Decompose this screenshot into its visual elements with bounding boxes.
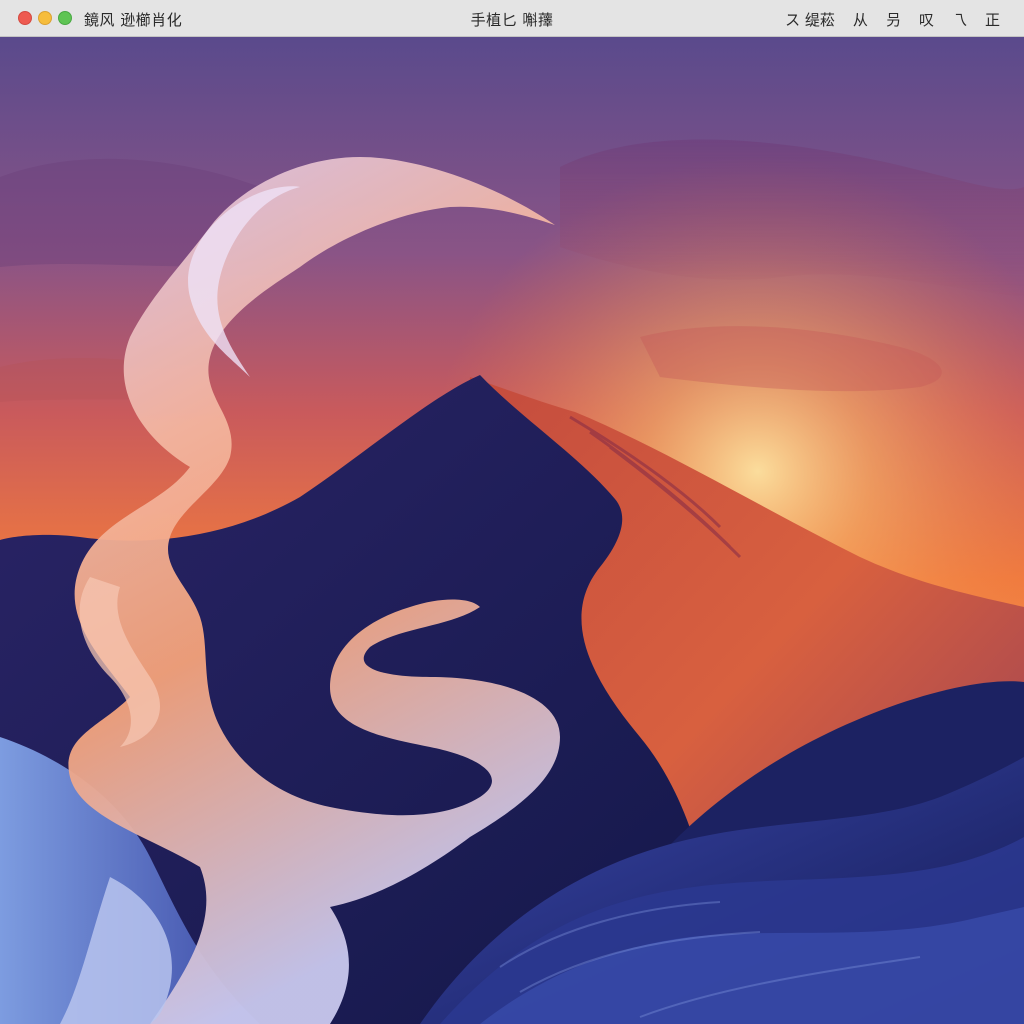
app-window: 鏡风 逊櫛肖化 手植匕 嘝蘀 ス 缇菘 从 叧 叹 乁 正 <box>0 0 1024 1024</box>
menu-item-3[interactable]: 叧 <box>886 9 901 30</box>
menu-item-6[interactable]: 正 <box>985 9 1000 30</box>
artwork-svg <box>0 37 1024 1024</box>
wallpaper-artwork <box>0 37 1024 1024</box>
menu-item-2[interactable]: 从 <box>853 9 868 30</box>
menu-bar: ス 缇菘 从 叧 叹 乁 正 <box>785 9 1000 30</box>
title-bar: 鏡风 逊櫛肖化 手植匕 嘝蘀 ス 缇菘 从 叧 叹 乁 正 <box>0 0 1024 37</box>
menu-item-5[interactable]: 乁 <box>952 9 967 30</box>
menu-item-1[interactable]: ス 缇菘 <box>785 9 835 30</box>
menu-item-4[interactable]: 叹 <box>919 9 934 30</box>
